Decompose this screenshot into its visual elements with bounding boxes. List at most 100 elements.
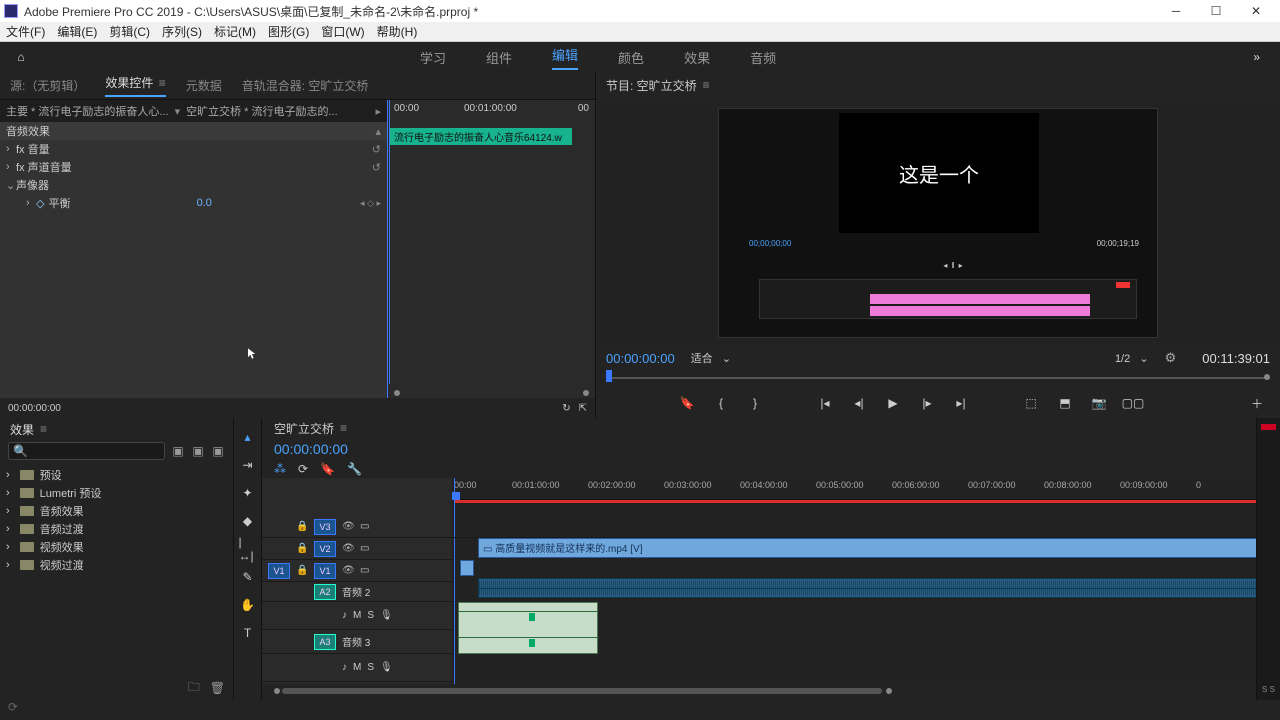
ec-fx-channel-volume[interactable]: fx 声道音量	[16, 159, 372, 175]
workspace-tab-editing[interactable]: 编辑	[552, 45, 578, 70]
extract-icon[interactable]: ⬒	[1056, 394, 1074, 412]
tab-effect-controls[interactable]: 效果控件 ≡	[105, 74, 165, 97]
clip-v1-small[interactable]	[460, 560, 474, 576]
tab-source[interactable]: 源:（无剪辑）	[10, 77, 85, 94]
mini-timecode: 00;00;00;00	[749, 239, 791, 248]
workspace-tab-effects[interactable]: 效果	[684, 48, 710, 67]
menu-window[interactable]: 窗口(W)	[315, 23, 370, 40]
timeline-settings-icon[interactable]: 🔧	[347, 462, 362, 476]
ec-clip-bar[interactable]: 流行电子励志的振奋人心音乐64124.w	[390, 128, 572, 145]
play-icon[interactable]: ▶	[884, 394, 902, 412]
menu-file[interactable]: 文件(F)	[0, 23, 51, 40]
minimize-button[interactable]: ─	[1156, 0, 1196, 22]
snap-icon[interactable]: ⁂	[274, 462, 286, 476]
ec-loop-icon[interactable]: ↻	[562, 403, 570, 414]
mini-timeline[interactable]	[759, 279, 1137, 319]
program-fit-dropdown[interactable]: 适合 ⌄	[691, 350, 731, 366]
playhead-line[interactable]	[454, 478, 455, 684]
clip-video-title[interactable]: ▭ 高质量视频就是这样来的.mp4 [V]	[478, 538, 1258, 558]
ec-mini-timeline[interactable]: 00:00 00:01:00:00 00 流行电子励志的振奋人心音乐64124.…	[388, 100, 595, 398]
timeline-zoom-scroll[interactable]	[262, 684, 1280, 700]
ec-zoom-handle-left[interactable]	[394, 390, 400, 396]
step-back-icon[interactable]: ◂|	[850, 394, 868, 412]
delete-icon[interactable]: 🗑	[210, 681, 225, 695]
clip-audio-a3[interactable]	[458, 602, 598, 654]
ripple-edit-tool-icon[interactable]: ✦	[239, 484, 257, 502]
go-to-in-icon[interactable]: |◂	[816, 394, 834, 412]
effects-search-input[interactable]: 🔍	[8, 442, 165, 460]
menu-clip[interactable]: 剪辑(C)	[103, 23, 156, 40]
type-tool-icon[interactable]: T	[239, 624, 257, 642]
pen-tool-icon[interactable]: ✎	[239, 568, 257, 586]
add-marker-icon[interactable]: 🔖	[678, 394, 696, 412]
fx-badge-yuv-icon[interactable]: ▣	[211, 444, 225, 458]
playhead-icon[interactable]	[452, 492, 460, 500]
effects-folder-video-effects[interactable]: ›视频效果	[6, 538, 227, 556]
effects-folder-lumetri[interactable]: ›Lumetri 预设	[6, 484, 227, 502]
new-bin-icon[interactable]: 🗀	[188, 678, 200, 699]
program-resolution-dropdown[interactable]: 1/2 ⌄	[1115, 352, 1149, 365]
menu-markers[interactable]: 标记(M)	[208, 23, 262, 40]
track-header-a3-ctrl[interactable]: ♪MS🎙	[262, 654, 452, 682]
effects-folder-audio-transitions[interactable]: ›音频过渡	[6, 520, 227, 538]
effects-folder-presets[interactable]: ›预设	[6, 466, 227, 484]
ec-zoom-handle-right[interactable]	[583, 390, 589, 396]
track-header-v3[interactable]: 🔒V3👁▭	[262, 516, 452, 538]
effects-folder-audio-effects[interactable]: ›音频效果	[6, 502, 227, 520]
ec-fx-volume[interactable]: fx 音量	[16, 141, 372, 157]
ec-export-icon[interactable]: ⇱	[579, 403, 587, 414]
track-select-tool-icon[interactable]: ⇥	[239, 456, 257, 474]
mark-in-icon[interactable]: {	[712, 394, 730, 412]
fx-badge-32bit-icon[interactable]: ▣	[191, 444, 205, 458]
track-header-v1[interactable]: V1🔒V1👁▭	[262, 560, 452, 582]
menu-sequence[interactable]: 序列(S)	[156, 23, 208, 40]
razor-tool-icon[interactable]: ◆	[239, 512, 257, 530]
export-frame-icon[interactable]: 📷	[1090, 394, 1108, 412]
go-to-out-icon[interactable]: ▸|	[952, 394, 970, 412]
menu-help[interactable]: 帮助(H)	[371, 23, 424, 40]
window-title: Adobe Premiere Pro CC 2019 - C:\Users\AS…	[24, 3, 478, 20]
settings-icon[interactable]: ⚙	[1165, 350, 1177, 366]
selection-tool-icon[interactable]: ▴	[239, 428, 257, 446]
program-current-time[interactable]: 00:00:00:00	[606, 351, 675, 366]
home-icon[interactable]: ⌂	[12, 48, 30, 66]
timeline-current-time[interactable]: 00:00:00:00	[274, 441, 348, 457]
track-header-a3[interactable]: A3音频 3	[262, 630, 452, 654]
clip-audio-a2[interactable]	[478, 578, 1258, 598]
comparison-icon[interactable]: ▢▢	[1124, 394, 1142, 412]
timeline-panel: 空旷立交桥≡ 00:00:00:00 ⁂ ⟳ 🔖 🔧 🔒V3👁▭ 🔒V2👁▭ V…	[262, 418, 1280, 700]
add-marker-tl-icon[interactable]: 🔖	[320, 462, 335, 476]
step-forward-icon[interactable]: |▸	[918, 394, 936, 412]
workspace-tab-learn[interactable]: 学习	[420, 48, 446, 67]
mark-out-icon[interactable]: }	[746, 394, 764, 412]
menu-graphics[interactable]: 图形(G)	[262, 23, 315, 40]
tab-metadata[interactable]: 元数据	[186, 77, 222, 94]
timeline-ruler[interactable]: 00:00 00:01:00:00 00:02:00:00 00:03:00:0…	[452, 478, 1280, 500]
maximize-button[interactable]: ☐	[1196, 0, 1236, 22]
program-scrubber[interactable]	[596, 368, 1280, 388]
workspace-tab-color[interactable]: 颜色	[618, 48, 644, 67]
hand-tool-icon[interactable]: ✋	[239, 596, 257, 614]
tab-audio-mixer[interactable]: 音轨混合器: 空旷立交桥	[242, 77, 369, 94]
linked-selection-icon[interactable]: ⟳	[298, 462, 308, 476]
track-header-a2[interactable]: A2音频 2	[262, 582, 452, 602]
close-button[interactable]: ✕	[1236, 0, 1276, 22]
lift-icon[interactable]: ⬚	[1022, 394, 1040, 412]
effects-folder-video-transitions[interactable]: ›视频过渡	[6, 556, 227, 574]
slip-tool-icon[interactable]: |↔|	[239, 540, 257, 558]
ec-balance-value[interactable]: 0.0	[197, 197, 212, 209]
ec-panner[interactable]: 声像器	[16, 177, 381, 193]
menu-edit[interactable]: 编辑(E)	[51, 23, 103, 40]
track-header-v2[interactable]: 🔒V2👁▭	[262, 538, 452, 560]
program-preview[interactable]: 这是一个 00;00;00;00 00;00;19;19 ◂‖▸	[718, 108, 1158, 338]
fx-badge-accel-icon[interactable]: ▣	[171, 444, 185, 458]
ec-balance-label[interactable]: 平衡	[48, 195, 196, 211]
timeline-sequence-name[interactable]: 空旷立交桥	[274, 420, 334, 437]
ec-sequence-link[interactable]: 空旷立交桥 * 流行电子励志的...	[186, 103, 338, 119]
workspace-overflow-icon[interactable]: »	[1253, 50, 1260, 64]
track-header-a2-ctrl[interactable]: ♪MS🎙	[262, 602, 452, 630]
button-editor-icon[interactable]: ＋	[1248, 394, 1266, 412]
timeline-tracks-area[interactable]: 00:00 00:01:00:00 00:02:00:00 00:03:00:0…	[452, 478, 1280, 684]
workspace-tab-assembly[interactable]: 组件	[486, 48, 512, 67]
workspace-tab-audio[interactable]: 音频	[750, 48, 776, 67]
